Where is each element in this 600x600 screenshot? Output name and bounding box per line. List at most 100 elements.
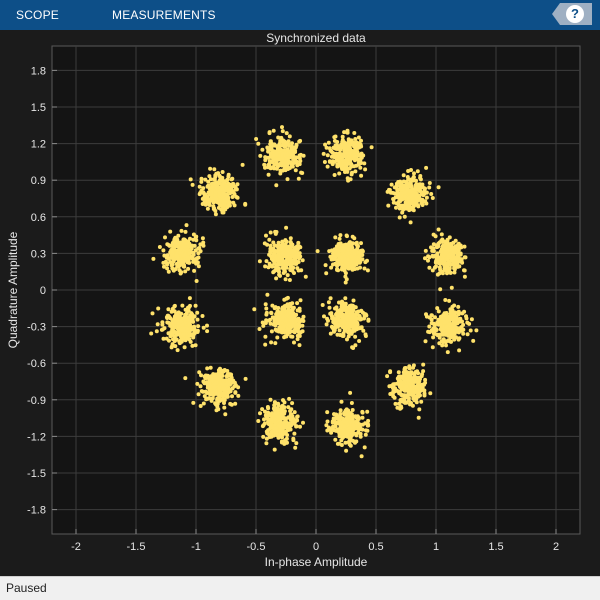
- scatter-point: [179, 228, 184, 233]
- scatter-point: [298, 152, 303, 157]
- scatter-point: [288, 308, 293, 313]
- scatter-point: [212, 385, 217, 390]
- scatter-point: [292, 340, 296, 345]
- scatter-point: [292, 247, 297, 252]
- scatter-point: [193, 235, 198, 240]
- scatter-point: [279, 326, 284, 331]
- scatter-point: [344, 233, 349, 238]
- scatter-point: [353, 137, 358, 141]
- scatter-point: [201, 186, 206, 191]
- scatter-point: [198, 191, 203, 195]
- scatter-point: [172, 236, 177, 241]
- scatter-point: [188, 177, 193, 182]
- scatter-point: [348, 443, 353, 448]
- scatter-point: [191, 400, 196, 405]
- scatter-point: [391, 382, 396, 387]
- scatter-point: [391, 200, 396, 205]
- scatter-point: [343, 161, 348, 166]
- scatter-point: [332, 145, 337, 150]
- y-tick-label: 0.6: [31, 212, 46, 224]
- scatter-point: [272, 306, 277, 311]
- scatter-point: [337, 328, 342, 333]
- scatter-point: [285, 177, 290, 182]
- scatter-point: [182, 258, 187, 263]
- tab-scope[interactable]: SCOPE: [10, 0, 65, 30]
- scatter-point: [274, 276, 279, 281]
- scatter-point: [229, 372, 234, 377]
- scatter-point: [286, 405, 291, 410]
- scatter-point: [269, 340, 274, 345]
- help-icon[interactable]: ?: [566, 5, 584, 23]
- scatter-point: [452, 319, 456, 324]
- scatter-point: [361, 328, 366, 333]
- scatter-point: [228, 389, 233, 394]
- scatter-point: [393, 401, 398, 406]
- scatter-point: [337, 431, 342, 436]
- scatter-point: [263, 342, 268, 347]
- scatter-point: [350, 304, 355, 309]
- y-tick-labels: -1.8 -1.5 -1.2 -0.9 -0.6 -0.3 0 0.3 0.6 0.9 1.2 1.5…: [27, 65, 46, 516]
- scatter-point: [284, 225, 289, 230]
- scatter-point: [397, 180, 402, 185]
- scatter-point: [343, 151, 348, 156]
- scatter-point: [327, 249, 332, 254]
- scatter-point: [409, 185, 414, 190]
- scatter-point: [171, 268, 176, 273]
- scatter-point: [155, 322, 160, 327]
- scatter-point: [458, 251, 463, 256]
- scatter-point: [357, 260, 362, 265]
- scatter-point: [294, 143, 299, 148]
- scatter-point: [335, 332, 340, 337]
- scatter-point: [154, 329, 159, 334]
- scatter-point: [408, 402, 412, 407]
- scatter-point: [176, 325, 181, 330]
- tab-measurements[interactable]: MEASUREMENTS: [112, 0, 216, 30]
- scatter-point: [343, 260, 348, 265]
- scatter-point: [353, 334, 358, 339]
- scatter-point: [450, 304, 455, 309]
- scatter-point: [350, 416, 355, 421]
- scatter-point: [232, 384, 237, 389]
- scatter-point: [220, 210, 225, 215]
- scatter-point: [299, 170, 304, 175]
- scatter-point: [465, 320, 470, 325]
- scatter-point: [444, 311, 449, 316]
- scatter-point: [417, 389, 422, 394]
- scatter-point: [274, 183, 279, 188]
- scatter-point: [446, 338, 451, 343]
- scatter-point: [338, 425, 343, 430]
- scatter-point: [408, 379, 413, 384]
- scatter-point: [205, 206, 210, 211]
- scatter-point: [243, 201, 248, 206]
- scatter-point: [290, 141, 294, 146]
- scatter-point: [282, 306, 287, 311]
- help-button-container[interactable]: ?: [552, 3, 592, 25]
- scatter-point: [225, 372, 230, 377]
- scatter-point: [192, 329, 197, 334]
- scatter-point: [184, 223, 189, 228]
- scatter-point: [236, 385, 241, 390]
- scatter-point: [343, 271, 348, 276]
- scatter-point: [424, 195, 429, 200]
- scatter-point: [202, 374, 207, 379]
- x-tick-label: -1.5: [127, 541, 146, 553]
- scatter-point: [181, 253, 186, 258]
- scatter-point: [284, 140, 289, 145]
- scatter-point: [267, 162, 272, 167]
- scatter-point: [447, 298, 452, 303]
- scatter-point: [460, 311, 465, 316]
- scatter-point: [264, 312, 269, 317]
- scatter-point: [226, 187, 231, 192]
- scatter-point: [195, 310, 200, 315]
- scatter-point: [164, 336, 169, 341]
- y-tick-label: -1.8: [27, 505, 46, 517]
- scatter-point: [423, 256, 427, 261]
- scatter-point: [174, 332, 179, 337]
- scatter-point: [402, 378, 407, 383]
- scatter-point: [173, 344, 178, 349]
- scatter-point: [329, 265, 334, 270]
- scatter-point: [354, 163, 359, 168]
- scatter-point: [284, 334, 289, 339]
- scatter-point: [290, 268, 295, 273]
- scatter-point: [329, 149, 334, 154]
